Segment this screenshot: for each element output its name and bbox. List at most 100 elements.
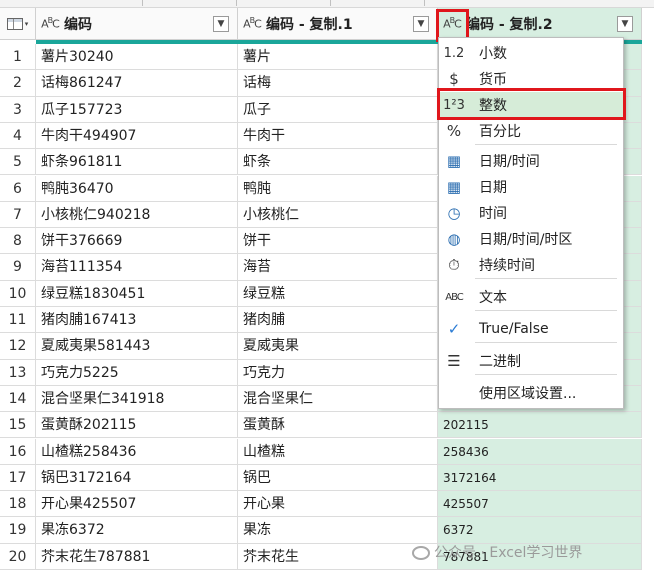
column-filter-dropdown[interactable]: ▼ (617, 15, 633, 32)
cell-copy-2[interactable]: 258436 (438, 438, 642, 465)
row-number[interactable]: 9 (0, 254, 36, 281)
time-icon: ◷ (447, 204, 461, 222)
cell-copy-1[interactable]: 山楂糕 (238, 438, 438, 465)
cell-bianma[interactable]: 山楂糕258436 (36, 438, 238, 465)
cell-bianma[interactable]: 巧克力5225 (36, 359, 238, 386)
cell-bianma[interactable]: 海苔111354 (36, 254, 238, 281)
row-number[interactable]: 20 (0, 543, 36, 570)
cell-bianma[interactable]: 开心果425507 (36, 491, 238, 518)
decimal-icon: 1.2 (443, 45, 465, 61)
menu-item-label: 百分比 (479, 124, 521, 140)
cell-copy-2[interactable]: 425507 (438, 491, 642, 518)
cell-bianma[interactable]: 果冻6372 (36, 517, 238, 544)
column-filter-dropdown[interactable]: ▼ (213, 15, 229, 32)
abc-text-type-icon[interactable]: ABC (238, 16, 266, 31)
menu-item-percent[interactable]: % 百分比 (439, 118, 623, 144)
cell-copy-2[interactable]: 6372 (438, 517, 642, 544)
menu-item-binary[interactable]: ☰ 二进制 (439, 348, 623, 374)
column-filter-dropdown[interactable]: ▼ (413, 15, 429, 32)
cell-bianma[interactable]: 芥末花生787881 (36, 543, 238, 570)
row-number[interactable]: 4 (0, 122, 36, 150)
cell-bianma[interactable]: 小核桃仁940218 (36, 201, 238, 229)
cell-copy-1[interactable]: 夏威夷果 (238, 333, 438, 360)
table-menu-button[interactable]: ▾ (0, 8, 36, 40)
cell-bianma[interactable]: 虾条961811 (36, 149, 238, 176)
table-row: 15 蛋黄酥202115 蛋黄酥 202115 (0, 412, 642, 439)
abc-text-type-icon[interactable]: ABC (36, 16, 64, 31)
cell-bianma[interactable]: 鸭肫36470 (36, 175, 238, 202)
cell-copy-1[interactable]: 鸭肫 (238, 175, 438, 202)
row-number[interactable]: 14 (0, 385, 36, 413)
row-number[interactable]: 3 (0, 96, 36, 123)
row-number[interactable]: 19 (0, 517, 36, 544)
cell-copy-2[interactable]: 3172164 (438, 464, 642, 492)
cell-bianma[interactable]: 话梅861247 (36, 70, 238, 97)
row-number[interactable]: 15 (0, 412, 36, 439)
menu-item-label: 日期 (479, 180, 507, 196)
menu-separator (475, 310, 617, 311)
table-row: 17 锅巴3172164 锅巴 3172164 (0, 464, 642, 492)
watermark: 公众号 · Excel学习世界 (412, 542, 582, 562)
row-number[interactable]: 16 (0, 438, 36, 465)
menu-item-label: 日期/时间/时区 (479, 232, 573, 248)
menu-item-label: 时间 (479, 206, 507, 222)
cell-copy-1[interactable]: 开心果 (238, 491, 438, 518)
column-header-copy-1[interactable]: ABC 编码 - 复制.1 ▼ (238, 8, 438, 40)
text-icon: ABC (445, 291, 464, 303)
cell-bianma[interactable]: 夏威夷果581443 (36, 333, 238, 360)
cell-copy-2[interactable]: 202115 (438, 412, 642, 439)
row-number[interactable]: 2 (0, 70, 36, 97)
currency-icon: $ (449, 70, 459, 88)
cell-copy-1[interactable]: 虾条 (238, 149, 438, 176)
row-number[interactable]: 5 (0, 149, 36, 176)
row-number[interactable]: 10 (0, 280, 36, 307)
row-number[interactable]: 6 (0, 175, 36, 202)
cell-copy-1[interactable]: 瓜子 (238, 96, 438, 123)
row-number[interactable]: 17 (0, 464, 36, 492)
menu-item-time[interactable]: ◷ 时间 (439, 200, 623, 226)
cell-copy-1[interactable]: 饼干 (238, 228, 438, 255)
row-number[interactable]: 11 (0, 307, 36, 334)
menu-item-text[interactable]: ABC 文本 (439, 284, 623, 310)
cell-copy-1[interactable]: 小核桃仁 (238, 201, 438, 229)
row-number[interactable]: 7 (0, 201, 36, 229)
menu-item-decimal[interactable]: 1.2 小数 (439, 40, 623, 66)
menu-item-date[interactable]: ▦ 日期 (439, 174, 623, 200)
cell-bianma[interactable]: 蛋黄酥202115 (36, 412, 238, 439)
row-number[interactable]: 18 (0, 491, 36, 518)
binary-icon: ☰ (447, 352, 461, 370)
menu-item-datetime[interactable]: ▦ 日期/时间 (439, 148, 623, 174)
menu-item-datetime-zone[interactable]: ◍ 日期/时间/时区 (439, 226, 623, 252)
cell-bianma[interactable]: 锅巴3172164 (36, 464, 238, 492)
cell-copy-1[interactable]: 绿豆糕 (238, 280, 438, 307)
cell-copy-1[interactable]: 芥末花生 (238, 543, 438, 570)
cell-bianma[interactable]: 猪肉脯167413 (36, 307, 238, 334)
menu-item-label: 日期/时间 (479, 154, 540, 170)
menu-item-duration[interactable]: ⏱ 持续时间 (439, 252, 623, 278)
menu-item-true-false[interactable]: ✓ True/False (439, 316, 623, 342)
column-header-bianma[interactable]: ABC 编码 ▼ (36, 8, 238, 40)
cell-bianma[interactable]: 绿豆糕1830451 (36, 280, 238, 307)
cell-copy-1[interactable]: 巧克力 (238, 359, 438, 386)
cell-bianma[interactable]: 饼干376669 (36, 228, 238, 255)
table-row: 16 山楂糕258436 山楂糕 258436 (0, 438, 642, 465)
row-number[interactable]: 1 (0, 44, 36, 71)
cell-copy-1[interactable]: 果冻 (238, 517, 438, 544)
cell-copy-1[interactable]: 蛋黄酥 (238, 412, 438, 439)
cell-copy-1[interactable]: 话梅 (238, 70, 438, 97)
cell-copy-1[interactable]: 薯片 (238, 44, 438, 71)
formula-bar-strip (0, 0, 654, 8)
row-number[interactable]: 8 (0, 228, 36, 255)
menu-item-locale-settings[interactable]: 使用区域设置... (439, 380, 623, 406)
cell-bianma[interactable]: 薯片30240 (36, 44, 238, 71)
cell-bianma[interactable]: 混合坚果仁341918 (36, 385, 238, 413)
cell-copy-1[interactable]: 混合坚果仁 (238, 385, 438, 413)
row-number[interactable]: 13 (0, 359, 36, 386)
cell-copy-1[interactable]: 猪肉脯 (238, 307, 438, 334)
cell-bianma[interactable]: 牛肉干494907 (36, 122, 238, 150)
cell-copy-1[interactable]: 牛肉干 (238, 122, 438, 150)
row-number[interactable]: 12 (0, 333, 36, 360)
cell-bianma[interactable]: 瓜子157723 (36, 96, 238, 123)
cell-copy-1[interactable]: 海苔 (238, 254, 438, 281)
cell-copy-1[interactable]: 锅巴 (238, 464, 438, 492)
